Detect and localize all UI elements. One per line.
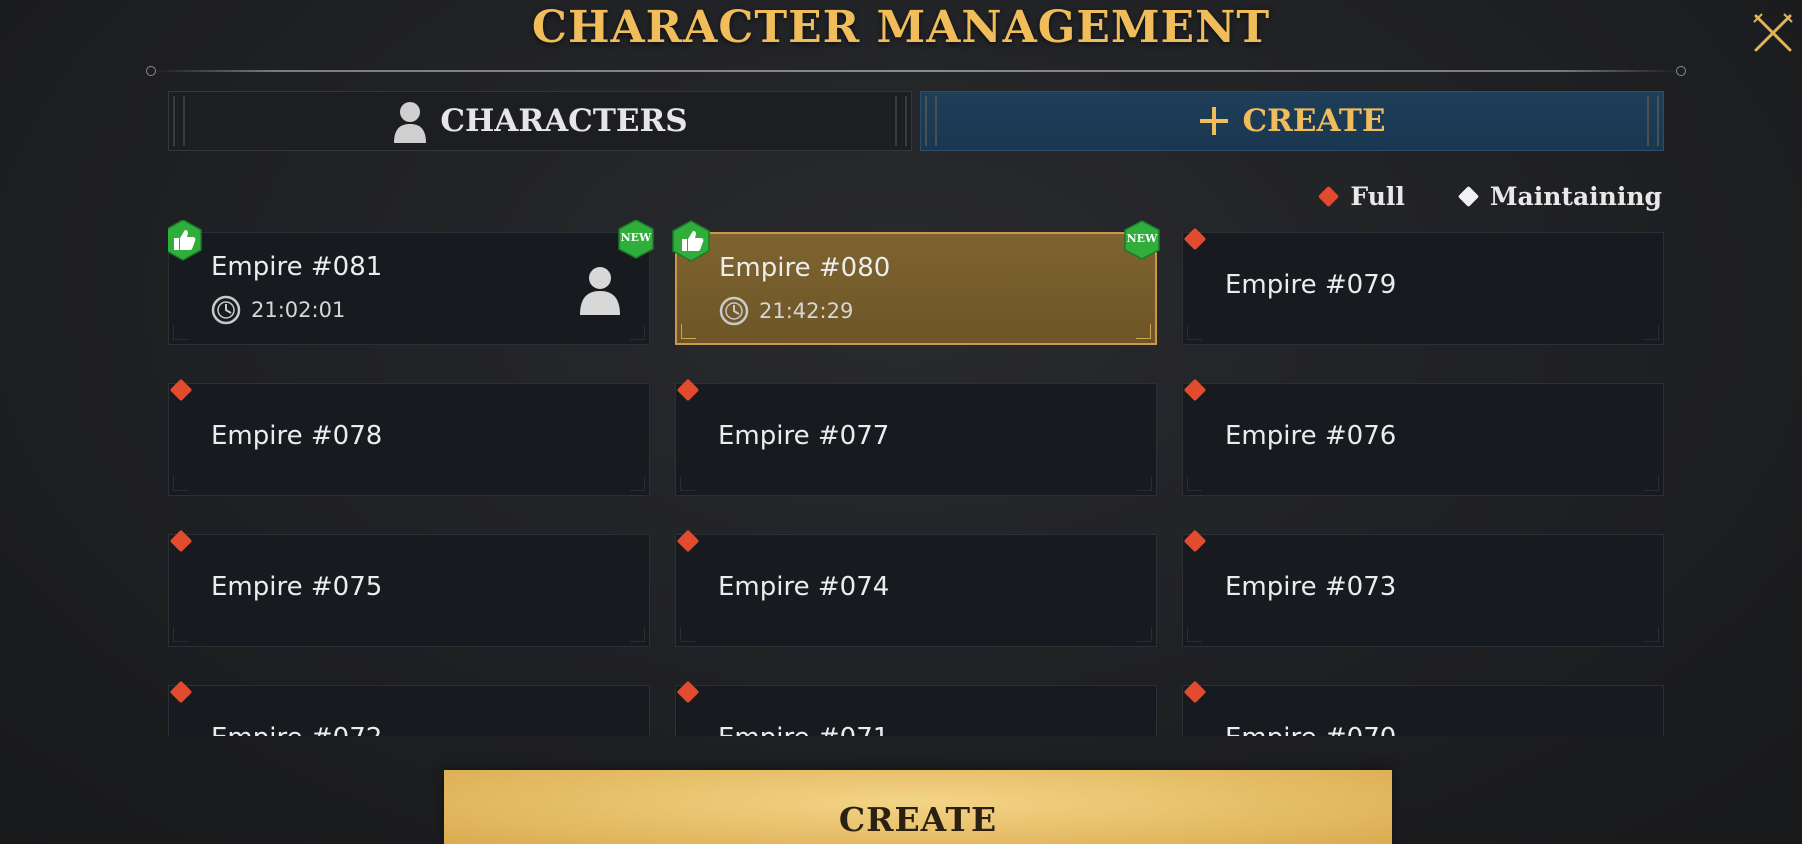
full-status-icon <box>676 378 700 402</box>
card-corner-ornament <box>680 627 695 642</box>
server-card[interactable]: Empire #071 <box>675 680 1157 736</box>
tab-create-label: CREATE <box>1242 103 1386 139</box>
card-corner-ornament <box>1644 627 1659 642</box>
server-name: Empire #074 <box>718 572 890 602</box>
tab-characters-label: CHARACTERS <box>440 103 688 139</box>
server-time-text: 21:42:29 <box>759 299 854 323</box>
full-status-icon <box>1183 529 1207 553</box>
thumbs-up-icon <box>168 220 203 261</box>
full-status-icon <box>676 529 700 553</box>
server-list[interactable]: NEW Empire #081 21:02:01 NEW Empire #080 21:4… <box>168 220 1664 736</box>
server-card[interactable]: Empire #079 <box>1182 227 1664 345</box>
server-open-time: 21:42:29 <box>719 296 853 326</box>
thumbs-up-icon <box>671 220 711 262</box>
character-avatar-icon <box>577 263 623 315</box>
server-name: Empire #081 <box>211 252 383 282</box>
legend-maintaining: Maintaining <box>1457 181 1662 211</box>
full-status-icon <box>169 680 193 704</box>
card-corner-ornament <box>173 325 188 340</box>
server-card[interactable]: Empire #073 <box>1182 529 1664 647</box>
server-name: Empire #072 <box>211 723 382 736</box>
maintaining-status-icon <box>1457 185 1479 207</box>
full-status-icon <box>1318 185 1340 207</box>
full-status-icon <box>1183 227 1207 251</box>
full-status-icon <box>169 529 193 553</box>
new-badge-label: NEW <box>620 231 652 244</box>
tab-bar: CHARACTERS CREATE <box>168 91 1664 151</box>
card-corner-ornament <box>1187 476 1202 491</box>
card-corner-ornament <box>630 325 645 340</box>
new-badge: NEW <box>617 220 655 259</box>
legend-full-label: Full <box>1350 181 1405 211</box>
server-name: Empire #080 <box>719 253 891 283</box>
full-status-icon <box>1183 680 1207 704</box>
card-corner-ornament <box>1644 325 1659 340</box>
server-name: Empire #071 <box>718 723 889 736</box>
server-name: Empire #070 <box>1225 723 1396 736</box>
title-divider <box>146 66 1686 76</box>
card-corner-ornament <box>1137 627 1152 642</box>
server-name: Empire #073 <box>1225 572 1397 602</box>
server-open-time: 21:02:01 <box>211 295 345 325</box>
clock-icon <box>719 296 749 326</box>
create-button[interactable]: CREATE <box>444 770 1392 844</box>
create-button-label: CREATE <box>838 800 998 839</box>
legend-full: Full <box>1318 181 1405 211</box>
server-card[interactable]: Empire #075 <box>168 529 650 647</box>
server-card[interactable]: Empire #077 <box>675 378 1157 496</box>
server-card[interactable]: NEW Empire #081 21:02:01 <box>168 220 654 345</box>
server-name: Empire #076 <box>1225 421 1397 451</box>
full-status-icon <box>1183 378 1207 402</box>
card-corner-ornament <box>1187 627 1202 642</box>
full-status-icon <box>676 680 700 704</box>
tab-characters[interactable]: CHARACTERS <box>168 91 912 151</box>
card-corner-ornament <box>681 324 696 339</box>
clock-icon <box>211 295 241 325</box>
close-icon <box>1753 13 1793 52</box>
plus-icon <box>1200 107 1229 135</box>
tab-create[interactable]: CREATE <box>920 91 1664 151</box>
server-grid: NEW Empire #081 21:02:01 NEW Empire #080 21:4… <box>168 220 1664 736</box>
full-status-icon <box>169 378 193 402</box>
card-corner-ornament <box>630 627 645 642</box>
card-corner-ornament <box>173 476 188 491</box>
server-card[interactable]: Empire #076 <box>1182 378 1664 496</box>
card-corner-ornament <box>173 627 188 642</box>
server-name: Empire #078 <box>211 421 383 451</box>
server-name: Empire #075 <box>211 572 383 602</box>
server-name: Empire #079 <box>1225 270 1397 300</box>
server-card[interactable]: Empire #078 <box>168 378 650 496</box>
server-name: Empire #077 <box>718 421 890 451</box>
card-corner-ornament <box>630 476 645 491</box>
page-title: CHARACTER MANAGEMENT <box>531 2 1271 53</box>
server-card[interactable]: Empire #070 <box>1182 680 1664 736</box>
server-time-text: 21:02:01 <box>251 298 346 322</box>
server-card[interactable]: Empire #072 <box>168 680 650 736</box>
status-legend: Full Maintaining <box>1290 178 1662 214</box>
card-corner-ornament <box>1136 324 1151 339</box>
new-badge-label: NEW <box>1126 232 1158 245</box>
character-management-screen: CHARACTER MANAGEMENT CHARACTERS CREATE F… <box>0 0 1802 844</box>
server-card[interactable]: NEW Empire #080 21:42:29 <box>672 220 1160 345</box>
new-badge: NEW <box>1123 220 1161 260</box>
card-corner-ornament <box>1137 476 1152 491</box>
card-corner-ornament <box>680 476 695 491</box>
person-icon <box>394 102 427 143</box>
card-corner-ornament <box>1644 476 1659 491</box>
card-corner-ornament <box>1187 325 1202 340</box>
legend-maintaining-label: Maintaining <box>1489 181 1662 211</box>
server-card[interactable]: Empire #074 <box>675 529 1157 647</box>
close-button[interactable] <box>1750 10 1796 56</box>
